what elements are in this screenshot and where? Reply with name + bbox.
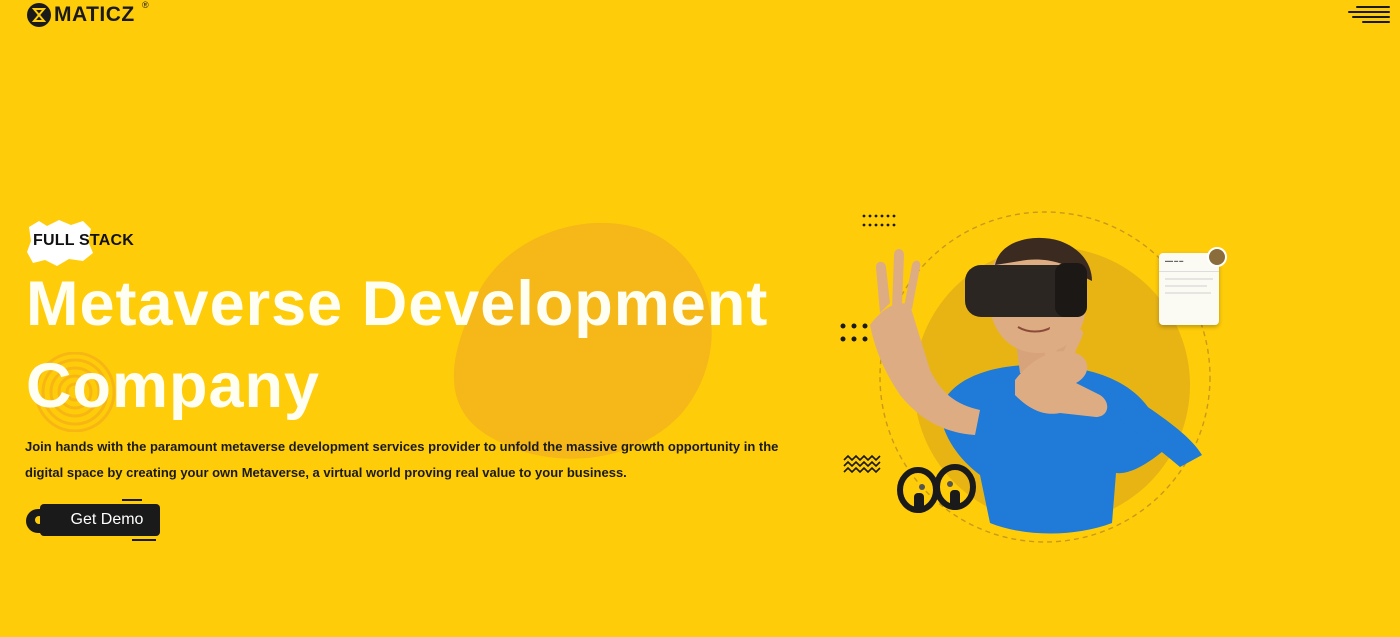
zigzag-decoration-icon <box>843 454 881 474</box>
get-demo-button[interactable]: Get Demo <box>40 504 160 536</box>
dots-decoration-icon <box>862 214 896 227</box>
registered-mark: ® <box>142 0 149 10</box>
full-stack-badge: FULL STACK <box>33 232 134 249</box>
hero-title-line-1: Metaverse Development <box>26 269 769 339</box>
hero-description: Join hands with the paramount metaverse … <box>25 434 815 486</box>
cta-decoration-line <box>132 539 156 541</box>
hamburger-menu-icon[interactable] <box>1348 6 1390 24</box>
hero-description-line-2: digital space by creating your own Metav… <box>25 465 627 480</box>
brand-logo[interactable]: MATICZ ® <box>27 0 149 27</box>
hourglass-logo-icon <box>27 3 51 27</box>
get-demo-cta: Get Demo <box>26 499 166 541</box>
cta-decoration-line <box>122 499 142 501</box>
brand-name: MATICZ <box>54 3 135 26</box>
dots-decoration-icon <box>840 323 868 342</box>
avatar <box>1207 247 1227 267</box>
hero-description-line-1: Join hands with the paramount metaverse … <box>25 439 779 454</box>
hero-title-line-2: Company <box>26 351 321 421</box>
